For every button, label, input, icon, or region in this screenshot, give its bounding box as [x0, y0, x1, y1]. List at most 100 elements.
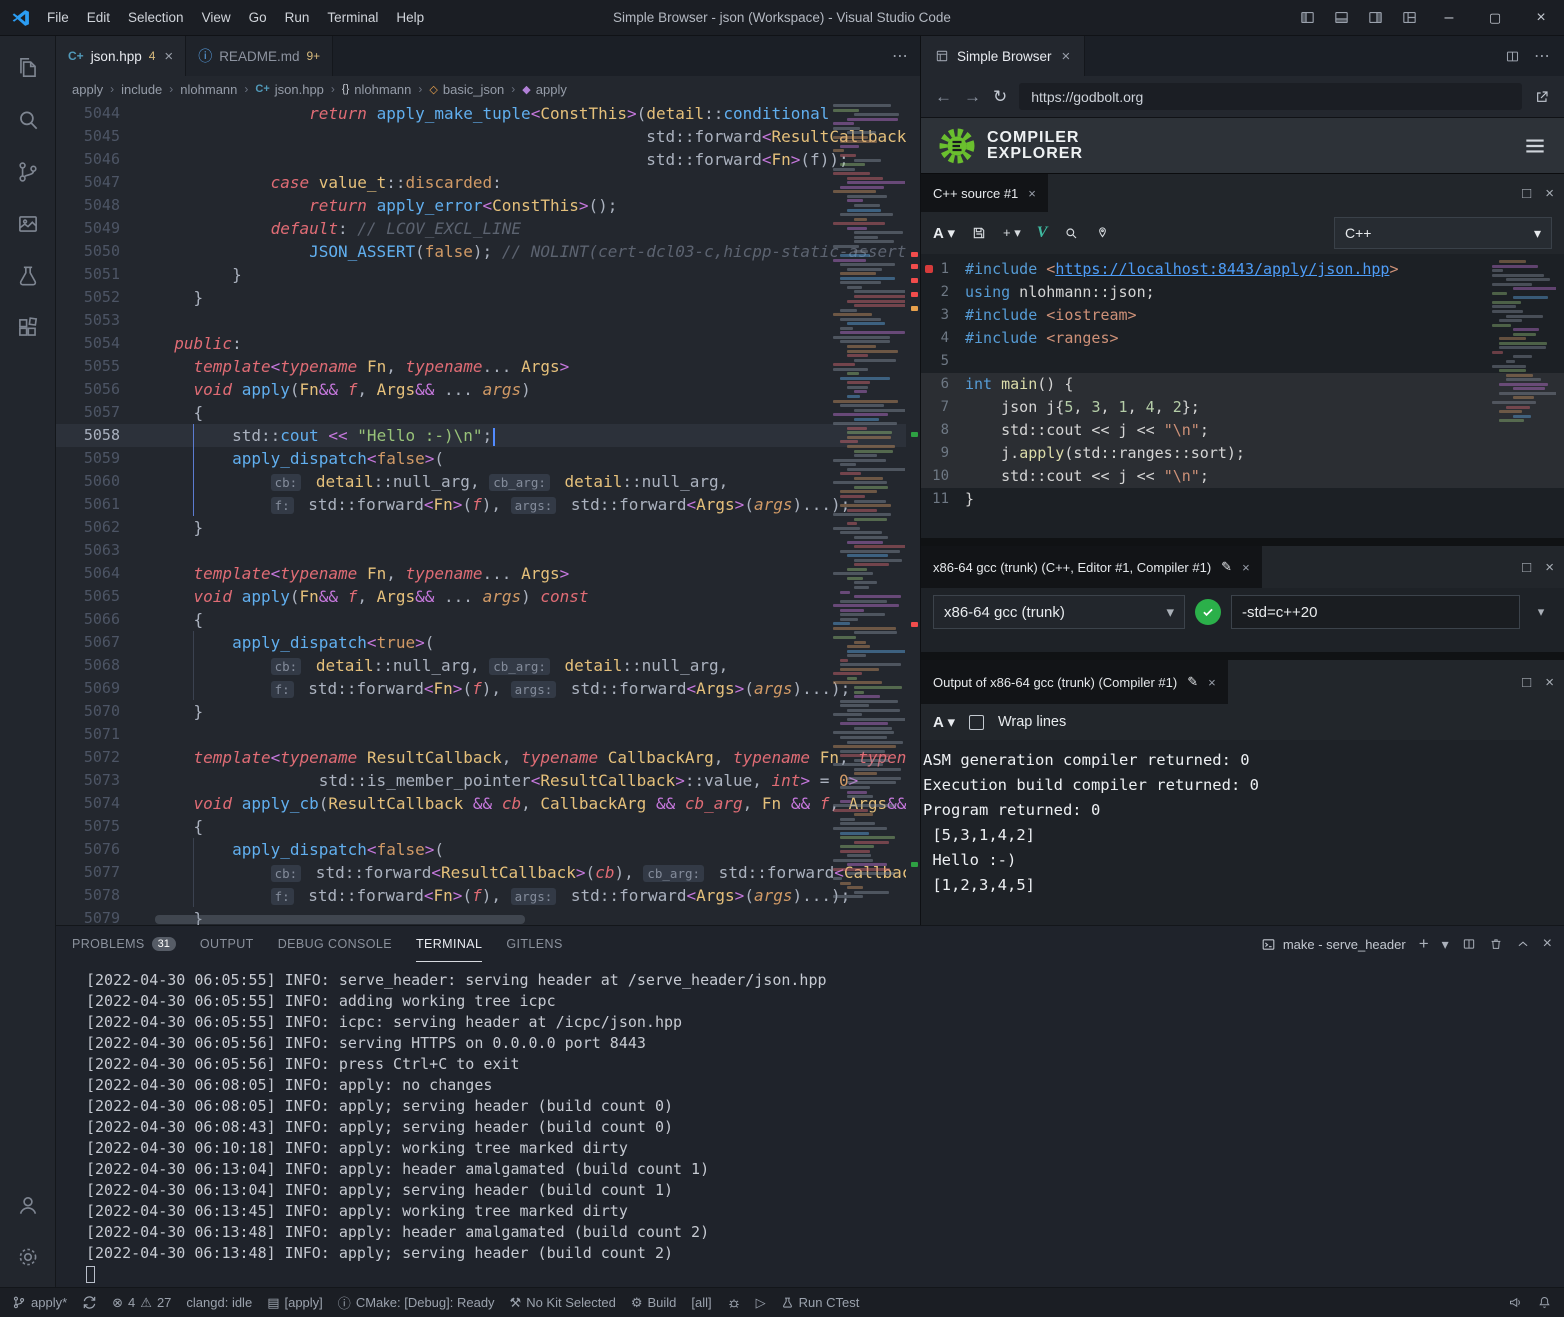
- breadcrumb-item-apply[interactable]: apply: [72, 82, 103, 97]
- vim-mode-icon[interactable]: V: [1037, 224, 1048, 242]
- code-line[interactable]: 5051 }: [56, 263, 920, 286]
- maximize-button[interactable]: ▢: [1472, 0, 1518, 35]
- godbolt-minimap[interactable]: [1492, 260, 1556, 432]
- cmake-build-target[interactable]: [all]: [691, 1295, 711, 1310]
- code-line[interactable]: 5072 template<typename ResultCallback, t…: [56, 746, 920, 769]
- close-button[interactable]: ×: [1518, 0, 1564, 35]
- source-pane-tab[interactable]: C++ source #1 ×: [921, 174, 1048, 212]
- godbolt-code-line[interactable]: 7 json j{5, 3, 1, 4, 2};: [921, 396, 1564, 419]
- toggle-panel-icon[interactable]: [1324, 0, 1358, 35]
- font-size-icon[interactable]: A ▾: [933, 224, 955, 242]
- godbolt-code-line[interactable]: 3#include <iostream>: [921, 304, 1564, 327]
- godbolt-source-editor[interactable]: 1#include <https://localhost:8443/apply/…: [921, 254, 1564, 538]
- breadcrumb-item-nlohmann[interactable]: nlohmann: [180, 82, 237, 97]
- code-line[interactable]: 5078 f: std::forward<Fn>(f), args: std::…: [56, 884, 920, 907]
- panel-tab-terminal[interactable]: TERMINAL: [416, 926, 482, 962]
- pin-icon[interactable]: [1095, 226, 1110, 241]
- cmake-kit[interactable]: ⚒No Kit Selected: [510, 1295, 616, 1311]
- kill-terminal-icon[interactable]: [1489, 937, 1503, 951]
- code-line[interactable]: 5064 template<typename Fn, typename... A…: [56, 562, 920, 585]
- menu-file[interactable]: File: [38, 5, 78, 30]
- godbolt-code-line[interactable]: 5: [921, 350, 1564, 373]
- compiler-maximize-icon[interactable]: □: [1522, 559, 1531, 576]
- notifications[interactable]: [1537, 1295, 1552, 1310]
- code-line[interactable]: 5047 case value_t::discarded:: [56, 171, 920, 194]
- cmake-build[interactable]: ⚙Build: [631, 1295, 677, 1311]
- menu-terminal[interactable]: Terminal: [318, 5, 387, 30]
- url-input[interactable]: https://godbolt.org: [1019, 83, 1522, 110]
- toggle-sidebar-icon[interactable]: [1290, 0, 1324, 35]
- zoom-icon[interactable]: [1063, 225, 1079, 241]
- cmake-launch[interactable]: ▷: [756, 1295, 766, 1311]
- output-pane-tab[interactable]: Output of x86-64 gcc (trunk) (Compiler #…: [921, 660, 1228, 704]
- code-line[interactable]: 5068 cb: detail::null_arg, cb_arg: detai…: [56, 654, 920, 677]
- split-terminal-icon[interactable]: [1462, 937, 1476, 951]
- godbolt-code-line[interactable]: 10 std::cout << j << "\n";: [921, 465, 1564, 488]
- code-line[interactable]: 5061 f: std::forward<Fn>(f), args: std::…: [56, 493, 920, 516]
- menu-run[interactable]: Run: [276, 5, 319, 30]
- activity-extensions[interactable]: [4, 302, 52, 354]
- hamburger-menu-icon[interactable]: [1522, 133, 1548, 159]
- editor-more-actions-icon[interactable]: ⋯: [880, 36, 920, 76]
- compiler-pane-tab[interactable]: x86-64 gcc (trunk) (C++, Editor #1, Comp…: [921, 546, 1262, 588]
- simple-browser-tab[interactable]: Simple Browser ×: [921, 36, 1085, 76]
- code-line[interactable]: 5076 apply_dispatch<false>(: [56, 838, 920, 861]
- compiler-select[interactable]: x86-64 gcc (trunk) ▾: [933, 595, 1185, 629]
- compiler-tab-close-icon[interactable]: ×: [1242, 560, 1250, 575]
- code-line[interactable]: 5077 cb: std::forward<ResultCallback>(cb…: [56, 861, 920, 884]
- output-maximize-icon[interactable]: □: [1522, 674, 1531, 691]
- split-editor-icon[interactable]: [1505, 49, 1520, 64]
- code-line[interactable]: 5057 {: [56, 401, 920, 424]
- godbolt-code-line[interactable]: 6int main() {: [921, 373, 1564, 396]
- cmake-debug[interactable]: [727, 1296, 741, 1310]
- toggle-secondary-sidebar-icon[interactable]: [1358, 0, 1392, 35]
- new-terminal-icon[interactable]: +: [1419, 934, 1429, 954]
- compiler-explorer-logo-icon[interactable]: [937, 126, 977, 166]
- panel-tab-debug-console[interactable]: DEBUG CONSOLE: [278, 926, 392, 962]
- activity-settings[interactable]: [4, 1231, 52, 1283]
- activity-accounts[interactable]: [4, 1179, 52, 1231]
- browser-more-actions-icon[interactable]: ⋯: [1534, 46, 1550, 66]
- code-line[interactable]: 5050 JSON_ASSERT(false); // NOLINT(cert-…: [56, 240, 920, 263]
- include-link[interactable]: https://localhost:8443/apply/json.hpp: [1055, 260, 1389, 278]
- panel-tab-output[interactable]: OUTPUT: [200, 926, 254, 962]
- activity-testing[interactable]: [4, 250, 52, 302]
- compiler-options-input[interactable]: -std=c++20: [1231, 595, 1520, 629]
- ctest-run[interactable]: Run CTest: [781, 1295, 860, 1310]
- code-line[interactable]: 5049 default: // LCOV_EXCL_LINE: [56, 217, 920, 240]
- add-editor-icon[interactable]: + ▾: [1003, 225, 1021, 241]
- wrap-lines-checkbox[interactable]: [969, 715, 984, 730]
- breadcrumb-item-apply[interactable]: ◆apply: [522, 82, 567, 97]
- problems-status[interactable]: ⊗4⚠27: [112, 1295, 171, 1311]
- godbolt-code-line[interactable]: 1#include <https://localhost:8443/apply/…: [921, 258, 1564, 281]
- language-select[interactable]: C++ ▾: [1334, 217, 1552, 249]
- tab-close-icon[interactable]: ×: [164, 48, 173, 65]
- activity-remote-explorer[interactable]: [4, 198, 52, 250]
- cmake-variant[interactable]: ⓘCMake: [Debug]: Ready: [338, 1293, 495, 1312]
- compiler-close-icon[interactable]: ×: [1545, 559, 1554, 576]
- source-tab-close-icon[interactable]: ×: [1028, 186, 1036, 201]
- panel-tab-problems[interactable]: PROBLEMS31: [72, 926, 176, 962]
- godbolt-code-line[interactable]: 8 std::cout << j << "\n";: [921, 419, 1564, 442]
- menu-go[interactable]: Go: [240, 5, 276, 30]
- code-line[interactable]: 5045 std::forward<ResultCallback>(cb),: [56, 125, 920, 148]
- browser-tab-close-icon[interactable]: ×: [1062, 48, 1071, 65]
- editor-tab-json.hpp[interactable]: C+json.hpp4×: [56, 36, 186, 76]
- code-line[interactable]: 5054 public:: [56, 332, 920, 355]
- godbolt-code-line[interactable]: 2using nlohmann::json;: [921, 281, 1564, 304]
- close-panel-icon[interactable]: ×: [1543, 935, 1552, 953]
- output-tab-close-icon[interactable]: ×: [1208, 675, 1216, 690]
- maximize-panel-icon[interactable]: [1516, 937, 1530, 951]
- breadcrumb-item-include[interactable]: include: [121, 82, 162, 97]
- output-title-edit-icon[interactable]: ✎: [1187, 674, 1198, 690]
- sync-status[interactable]: [82, 1295, 97, 1310]
- code-line[interactable]: 5052 }: [56, 286, 920, 309]
- terminal-output[interactable]: [2022-04-30 06:05:55] INFO: serve_header…: [86, 970, 1554, 1283]
- minimap[interactable]: [833, 104, 905, 911]
- compiler-explorer-wordmark[interactable]: COMPILER EXPLORER: [987, 130, 1083, 160]
- output-close-icon[interactable]: ×: [1545, 674, 1554, 691]
- minimize-button[interactable]: –: [1426, 0, 1472, 35]
- terminal-dropdown-icon[interactable]: ▾: [1442, 936, 1449, 953]
- godbolt-code-line[interactable]: 9 j.apply(std::ranges::sort);: [921, 442, 1564, 465]
- source-close-icon[interactable]: ×: [1545, 185, 1554, 202]
